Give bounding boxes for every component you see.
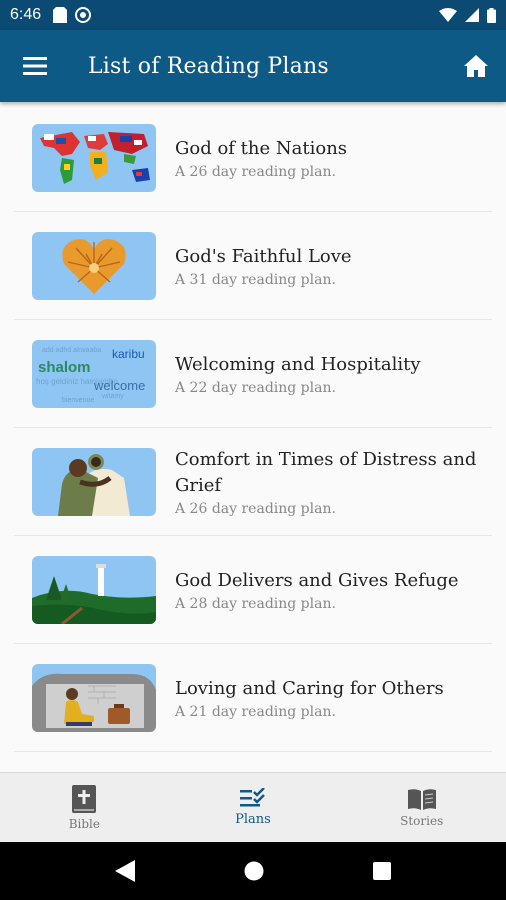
tab-stories-label: Stories: [400, 813, 444, 828]
plan-thumbnail: [32, 123, 156, 192]
plan-title: Comfort in Times of Distress and Grief: [175, 447, 476, 499]
home-button[interactable]: [446, 30, 506, 102]
plan-thumbnail: [32, 231, 156, 300]
plan-item-god-of-the-nations[interactable]: God of the Nations A 26 day reading plan…: [14, 104, 492, 212]
plan-thumbnail: [32, 555, 156, 624]
tab-bible[interactable]: Bible: [0, 773, 169, 842]
sync-icon: [75, 7, 92, 23]
plan-item-gods-faithful-love[interactable]: God's Faithful Love A 31 day reading pla…: [14, 212, 492, 320]
plan-title: God of the Nations: [175, 137, 348, 159]
plan-subtitle: A 26 day reading plan.: [175, 163, 336, 180]
status-bar: 6:46: [0, 0, 506, 30]
tab-stories[interactable]: Stories: [337, 773, 506, 842]
tab-plans[interactable]: Plans: [169, 773, 338, 842]
plan-subtitle: A 22 day reading plan.: [175, 379, 336, 396]
plan-title: Loving and Caring for Others: [175, 677, 444, 699]
plan-item-god-delivers-and-gives-refuge[interactable]: God Delivers and Gives Refuge A 28 day r…: [14, 536, 492, 644]
recents-icon[interactable]: [373, 862, 392, 880]
plan-subtitle: A 28 day reading plan.: [175, 595, 336, 612]
plan-title-line-2: Grief: [175, 474, 222, 496]
plan-item-comfort-in-times-of-distress[interactable]: Comfort in Times of Distress and Grief A …: [14, 428, 492, 536]
plan-title: God Delivers and Gives Refuge: [175, 569, 459, 591]
bottom-navigation: Bible Plans Stories: [0, 772, 506, 842]
plan-thumbnail: [32, 447, 156, 516]
plan-title-line-1: Comfort in Times of Distress and: [175, 448, 477, 470]
tab-plans-label: Plans: [235, 812, 271, 827]
plan-subtitle: A 31 day reading plan.: [175, 271, 336, 288]
plan-title: God's Faithful Love: [175, 245, 352, 267]
home-icon: [464, 55, 488, 77]
svg-text:witamy: witamy: [101, 393, 124, 400]
menu-icon: [23, 57, 47, 75]
signal-icon: [465, 8, 479, 22]
sd-card-icon: [53, 7, 68, 23]
plan-item-welcoming-and-hospitality[interactable]: add adhd akwaaba hoş geldiniz hamjambo b…: [14, 320, 492, 428]
svg-text:bienvenue: bienvenue: [62, 397, 94, 404]
page-title: List of Reading Plans: [88, 53, 329, 79]
plan-subtitle: A 21 day reading plan.: [175, 703, 336, 720]
stories-icon: [407, 788, 436, 810]
plan-subtitle: A 26 day reading plan.: [175, 500, 336, 517]
system-navigation-bar: [0, 842, 506, 900]
plan-thumbnail: [32, 663, 156, 732]
plan-thumbnail: add adhd akwaaba hoş geldiniz hamjambo b…: [32, 339, 156, 408]
status-time: 6:46: [10, 6, 42, 23]
plan-title: Welcoming and Hospitality: [175, 353, 421, 375]
thumb-word-welcome: welcome: [93, 378, 145, 393]
tab-bible-label: Bible: [68, 816, 100, 831]
back-icon[interactable]: [114, 860, 135, 882]
bible-icon: [72, 784, 97, 813]
app-bar: List of Reading Plans: [0, 30, 506, 102]
plan-item-loving-and-caring-for-others[interactable]: Loving and Caring for Others A 21 day re…: [14, 644, 492, 752]
wifi-icon: [439, 8, 457, 22]
thumb-word-shalom: shalom: [38, 359, 91, 376]
menu-button[interactable]: [0, 30, 70, 102]
home-circle-icon[interactable]: [244, 861, 264, 881]
svg-text:add adhd akwaaba: add adhd akwaaba: [42, 347, 101, 354]
plans-icon: [240, 788, 265, 807]
thumb-word-karibu: karibu: [112, 347, 145, 361]
reading-plan-list: God of the Nations A 26 day reading plan…: [14, 104, 492, 772]
battery-icon: [487, 7, 496, 23]
